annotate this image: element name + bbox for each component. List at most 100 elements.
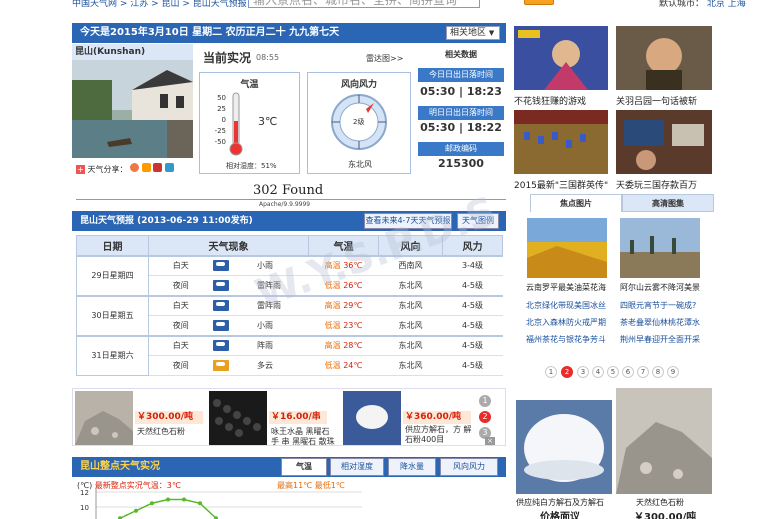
tab-temperature[interactable]: 气温 xyxy=(281,458,327,476)
news-link[interactable]: 茶老叠翠仙林桃花潭水 xyxy=(620,317,700,328)
product-desc[interactable]: 咏王水晶 黑曜石手 串 黑曜石 散珠 xyxy=(271,427,337,447)
sunrise-today-label: 今日日出日落时间 xyxy=(418,68,504,82)
news-link[interactable]: 荆州早春迎开全面开采 xyxy=(620,334,700,345)
product-image[interactable] xyxy=(343,391,401,445)
forecast-date: 31日星期六 xyxy=(76,334,149,376)
region-dropdown-label: 相关地区 xyxy=(450,28,487,38)
product-price[interactable]: ￥360.00/吨 xyxy=(403,411,471,424)
temp-label: 高温 xyxy=(324,341,341,351)
thunder-icon xyxy=(212,279,229,291)
pic-caption[interactable]: 阿尔山云雾不降河美景 xyxy=(620,282,700,293)
plus-icon[interactable]: + xyxy=(76,165,85,174)
page-4[interactable]: 4 xyxy=(592,366,604,378)
page-5[interactable]: 5 xyxy=(607,366,619,378)
rain-icon xyxy=(212,260,229,272)
qzone-icon[interactable] xyxy=(164,163,174,172)
news-link[interactable]: 福州茶花与银花争芳斗 xyxy=(526,334,606,345)
page-9[interactable]: 9 xyxy=(667,366,679,378)
forecast-wind: 东北风 xyxy=(378,315,443,336)
product-image[interactable] xyxy=(75,391,133,445)
news-thumb-4[interactable] xyxy=(616,110,712,174)
forecast-force: 4-5级 xyxy=(442,294,503,316)
news-caption[interactable]: 2015最新"三国群英传" xyxy=(514,178,608,191)
chevron-down-icon: ▼ xyxy=(488,29,495,37)
product-desc[interactable]: 供应方解石，方 解石粉400目 xyxy=(405,425,477,445)
pic-caption[interactable]: 云南罗平最美油菜花海 xyxy=(526,282,606,293)
product-price[interactable]: ￥300.00/吨 xyxy=(135,411,203,424)
temp-value: 3℃ xyxy=(258,115,278,128)
pic-thumb-2[interactable] xyxy=(620,218,700,278)
tab-precipitation[interactable]: 降水量 xyxy=(388,458,436,476)
canal-town-image xyxy=(72,60,193,158)
page-6[interactable]: 6 xyxy=(622,366,634,378)
forecast-force: 4-5级 xyxy=(442,334,503,356)
page-8[interactable]: 8 xyxy=(652,366,664,378)
thunder-icon xyxy=(212,300,229,312)
forecast-force: 4-5级 xyxy=(442,275,503,296)
forecast-force: 4-5级 xyxy=(442,315,503,336)
news-link[interactable]: 北京入森林防火戒严期 xyxy=(526,317,606,328)
ad-caption[interactable]: 天然红色石粉 xyxy=(636,497,684,508)
search-button[interactable] xyxy=(524,0,554,5)
temp-header: 气温 xyxy=(240,80,259,90)
product-price[interactable]: ￥16.00/串 xyxy=(269,411,327,424)
slide-dot-1[interactable]: 1 xyxy=(479,395,491,407)
sunrise-tomorrow-value: 05:30 | 18:22 xyxy=(420,121,502,134)
tab-focus-pictures[interactable]: 焦点图片 xyxy=(530,194,622,212)
rain-icon xyxy=(212,319,229,331)
ad-price[interactable]: 价格面议 xyxy=(540,508,580,519)
y-tick-label: 12 xyxy=(80,489,89,497)
forecast-period: 白天 xyxy=(148,294,213,316)
temp-label: 高温 xyxy=(324,301,341,311)
product-desc[interactable]: 天然红色石粉 xyxy=(137,427,205,437)
default-city-label: 默认城市： xyxy=(659,0,705,9)
slide-dot-2[interactable]: 2 xyxy=(479,411,491,423)
default-city-link[interactable]: 北京 xyxy=(707,0,725,9)
news-caption[interactable]: 天委玩三国存款百万 xyxy=(616,178,697,191)
col-weather: 天气现象 xyxy=(148,235,309,256)
postcode-value: 215300 xyxy=(438,157,484,170)
current-title: 当前实况 xyxy=(203,51,252,65)
news-caption[interactable]: 关羽吕园一句话被斩 xyxy=(616,94,697,107)
news-thumb-3[interactable] xyxy=(514,110,608,174)
page-1[interactable]: 1 xyxy=(545,366,557,378)
radar-link[interactable]: 雷达图>> xyxy=(366,53,403,64)
tencent-icon[interactable] xyxy=(141,163,151,172)
temperature-box: 气温 50 25 0 -25 -50 3℃ 相对湿度：51% xyxy=(199,72,300,174)
forecast-wind: 东北风 xyxy=(378,294,443,316)
page-3[interactable]: 3 xyxy=(577,366,589,378)
ad-price[interactable]: ￥300.00/吨 xyxy=(634,508,696,519)
news-caption[interactable]: 不花钱狂赚的游戏 xyxy=(514,94,586,107)
news-link[interactable]: 北京绿化带现美国冰丝 xyxy=(526,300,606,311)
tab-wind[interactable]: 风向风力 xyxy=(440,458,498,476)
renren-icon[interactable] xyxy=(153,163,163,172)
news-thumb-2[interactable] xyxy=(616,26,712,90)
hourly-temp-chart: 12 10 xyxy=(80,488,362,519)
region-dropdown[interactable]: 相关地区 ▼ xyxy=(446,26,500,40)
temp-point xyxy=(198,501,202,506)
news-thumb-1[interactable] xyxy=(514,26,608,90)
ad-caption[interactable]: 供应纯白方解石及方解石 xyxy=(516,497,604,508)
close-icon[interactable]: × xyxy=(485,437,495,445)
product-image[interactable] xyxy=(209,391,267,445)
forecast-period: 夜间 xyxy=(148,355,213,376)
shanghai-link[interactable]: 上海 xyxy=(728,0,746,9)
ad-thumb-1[interactable] xyxy=(516,400,612,494)
error-divider xyxy=(76,199,506,200)
tab-hd-gallery[interactable]: 高清图集 xyxy=(622,194,714,212)
forecast-temp: 23℃ xyxy=(343,320,363,330)
wind-direction: 东北风 xyxy=(348,160,372,169)
page-7[interactable]: 7 xyxy=(637,366,649,378)
search-input[interactable]: 输入景点名、城市名、全拼、简拼查询 xyxy=(248,0,480,8)
forecast-temp: 28℃ xyxy=(343,341,363,351)
pic-thumb-1[interactable] xyxy=(527,218,607,278)
city-photo xyxy=(72,60,193,158)
tab-humidity[interactable]: 相对湿度 xyxy=(330,458,384,476)
y-tick-label: 10 xyxy=(80,504,89,512)
date-bar: 今天是2015年3月10日 星期二 农历正月二十 九九第七天 xyxy=(72,23,506,43)
ad-thumb-2[interactable] xyxy=(616,388,712,494)
weibo-icon[interactable] xyxy=(130,163,140,172)
news-link[interactable]: 四眼元宵节于一碗成? xyxy=(620,300,696,311)
page-2[interactable]: 2 xyxy=(561,366,573,378)
breadcrumb[interactable]: 中国天气网 > 江苏 > 昆山 > 昆山天气预报 xyxy=(72,0,247,9)
